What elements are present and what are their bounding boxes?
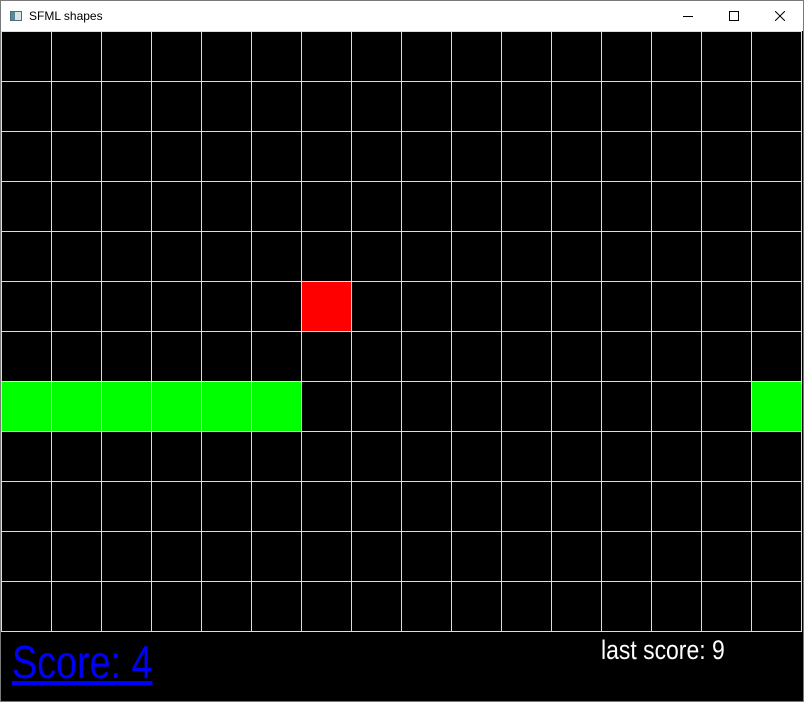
window-controls (665, 1, 803, 31)
grid-line-horizontal (1, 231, 802, 232)
title-bar[interactable]: SFML shapes (1, 1, 803, 31)
grid-line-horizontal (1, 181, 802, 182)
food-apple (302, 282, 352, 332)
minimize-icon (683, 16, 693, 17)
score-label: Score: 4 (12, 636, 153, 688)
grid-line-horizontal (1, 381, 802, 382)
minimize-button[interactable] (665, 1, 711, 31)
snake-segment (152, 382, 202, 432)
grid-line-horizontal (1, 31, 802, 32)
app-window-icon (10, 11, 22, 21)
grid-line-horizontal (1, 631, 802, 632)
last-score-label: last score: 9 (601, 635, 725, 665)
close-icon (775, 11, 785, 21)
grid-line-horizontal (1, 131, 802, 132)
grid-line-horizontal (1, 281, 802, 282)
grid-line-horizontal (1, 431, 802, 432)
snake-segment (52, 382, 102, 432)
snake-tail-segment (2, 382, 52, 432)
grid-line-horizontal (1, 531, 802, 532)
grid-line-horizontal (1, 331, 802, 332)
close-button[interactable] (757, 1, 803, 31)
maximize-icon (729, 11, 739, 21)
grid-line-horizontal (1, 581, 802, 582)
snake-segment (202, 382, 252, 432)
game-canvas[interactable]: Score: 4 last score: 9 (1, 31, 803, 701)
game-board (1, 31, 803, 632)
snake-segment (752, 382, 802, 432)
app-window: SFML shapes Score: 4 last score: 9 (0, 0, 804, 702)
maximize-button[interactable] (711, 1, 757, 31)
snake-segment (252, 382, 302, 432)
grid-line-horizontal (1, 481, 802, 482)
window-title: SFML shapes (29, 9, 103, 23)
snake-segment (102, 382, 152, 432)
grid-line-horizontal (1, 81, 802, 82)
